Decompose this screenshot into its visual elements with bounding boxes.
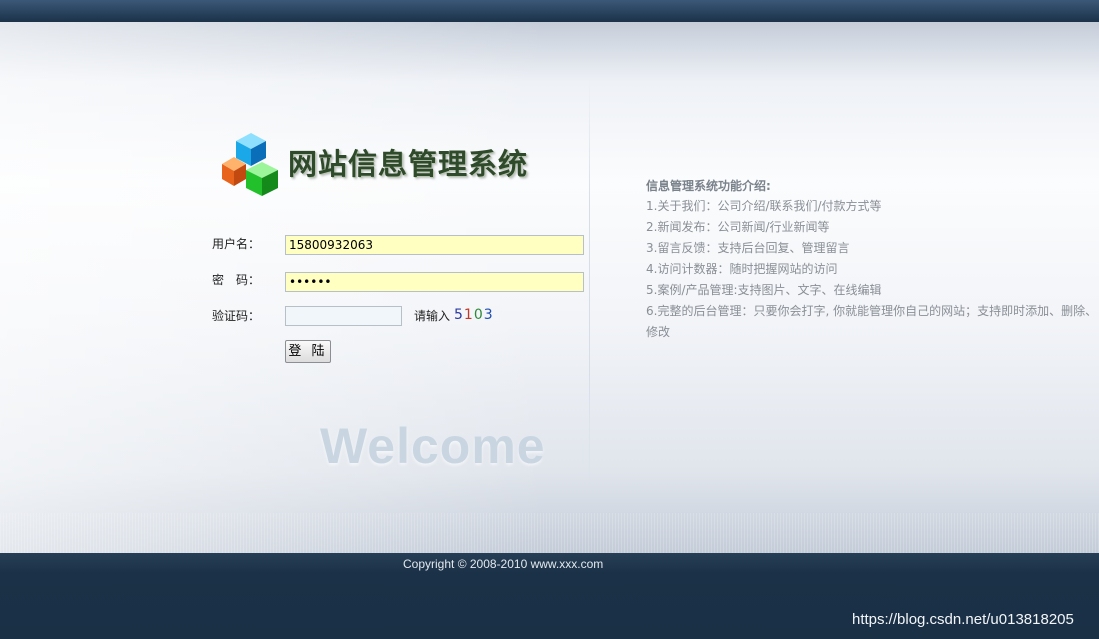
blog-watermark: https://blog.csdn.net/u013818205 — [852, 611, 1074, 628]
password-label: 密 码： — [212, 273, 261, 287]
list-item: 3.留言反馈：支持后台回复、管理留言 — [646, 241, 850, 255]
top-bar — [0, 0, 1099, 23]
captcha-code[interactable]: 5103 — [454, 305, 494, 325]
login-button[interactable]: 登 陆 — [285, 340, 331, 363]
username-input[interactable] — [285, 235, 584, 255]
panel-divider — [589, 77, 590, 497]
password-input[interactable] — [285, 272, 584, 292]
feature-intro: 信息管理系统功能介绍: 1.关于我们：公司介绍/联系我们/付款方式等 2.新闻发… — [646, 176, 1096, 343]
captcha-label: 验证码： — [212, 309, 261, 323]
list-item: 1.关于我们：公司介绍/联系我们/付款方式等 — [646, 199, 882, 213]
list-item: 6.完整的后台管理：只要你会打字, 你就能管理你自己的网站；支持即时添加、删除、… — [646, 304, 1096, 339]
captcha-digit: 0 — [473, 307, 484, 323]
list-item: 4.访问计数器：随时把握网站的访问 — [646, 262, 838, 276]
welcome-watermark: Welcome — [320, 418, 546, 474]
captcha-digit: 5 — [454, 307, 464, 323]
captcha-digit: 3 — [483, 307, 494, 323]
intro-list: 1.关于我们：公司介绍/联系我们/付款方式等 2.新闻发布：公司新闻/行业新闻等… — [646, 196, 1096, 343]
site-title: 网站信息管理系统 — [288, 147, 529, 181]
captcha-input[interactable] — [285, 306, 402, 326]
list-item: 2.新闻发布：公司新闻/行业新闻等 — [646, 220, 830, 234]
username-label: 用户名： — [212, 237, 261, 251]
copyright-text: Copyright © 2008-2010 www.xxx.com — [403, 557, 604, 571]
stacked-cubes-icon — [222, 133, 278, 196]
captcha-prompt: 请输入 — [414, 309, 451, 323]
list-item: 5.案例/产品管理:支持图片、文字、在线编辑 — [646, 283, 882, 297]
captcha-digit: 1 — [463, 307, 474, 323]
intro-title: 信息管理系统功能介绍: — [646, 179, 771, 193]
